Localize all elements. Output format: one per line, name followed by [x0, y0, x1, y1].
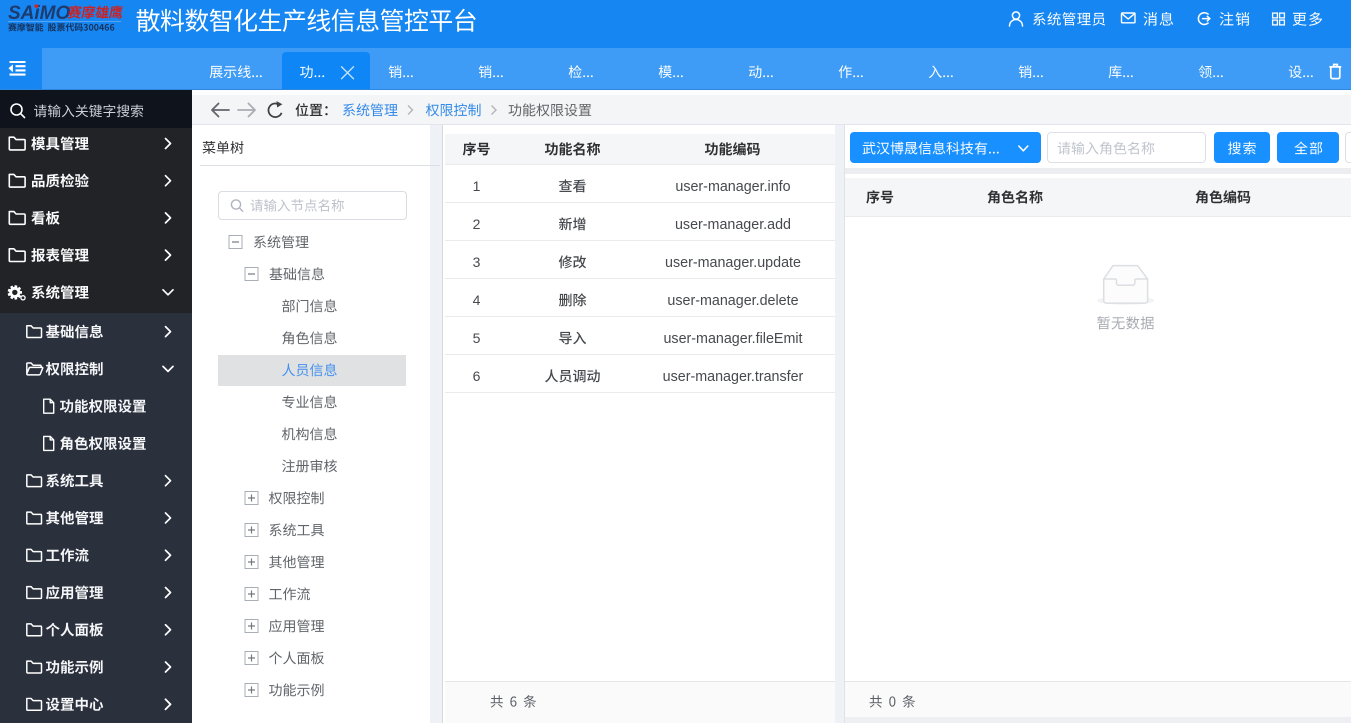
- svg-text:SAiMO: SAiMO: [8, 3, 71, 24]
- svg-text:user-manager.info: user-manager.info: [675, 179, 790, 195]
- svg-text:user-manager.update: user-manager.update: [665, 255, 801, 271]
- svg-text:4: 4: [473, 292, 481, 308]
- svg-text:6: 6: [473, 368, 481, 384]
- svg-text:5: 5: [473, 330, 481, 346]
- svg-text:user-manager.add: user-manager.add: [675, 217, 791, 233]
- svg-text:user-manager.delete: user-manager.delete: [667, 293, 798, 309]
- svg-text:2: 2: [473, 216, 481, 232]
- svg-text:3: 3: [473, 254, 481, 270]
- svg-text:user-manager.fileEmit: user-manager.fileEmit: [663, 331, 802, 347]
- svg-text:user-manager.transfer: user-manager.transfer: [663, 369, 804, 385]
- svg-text:1: 1: [473, 178, 481, 194]
